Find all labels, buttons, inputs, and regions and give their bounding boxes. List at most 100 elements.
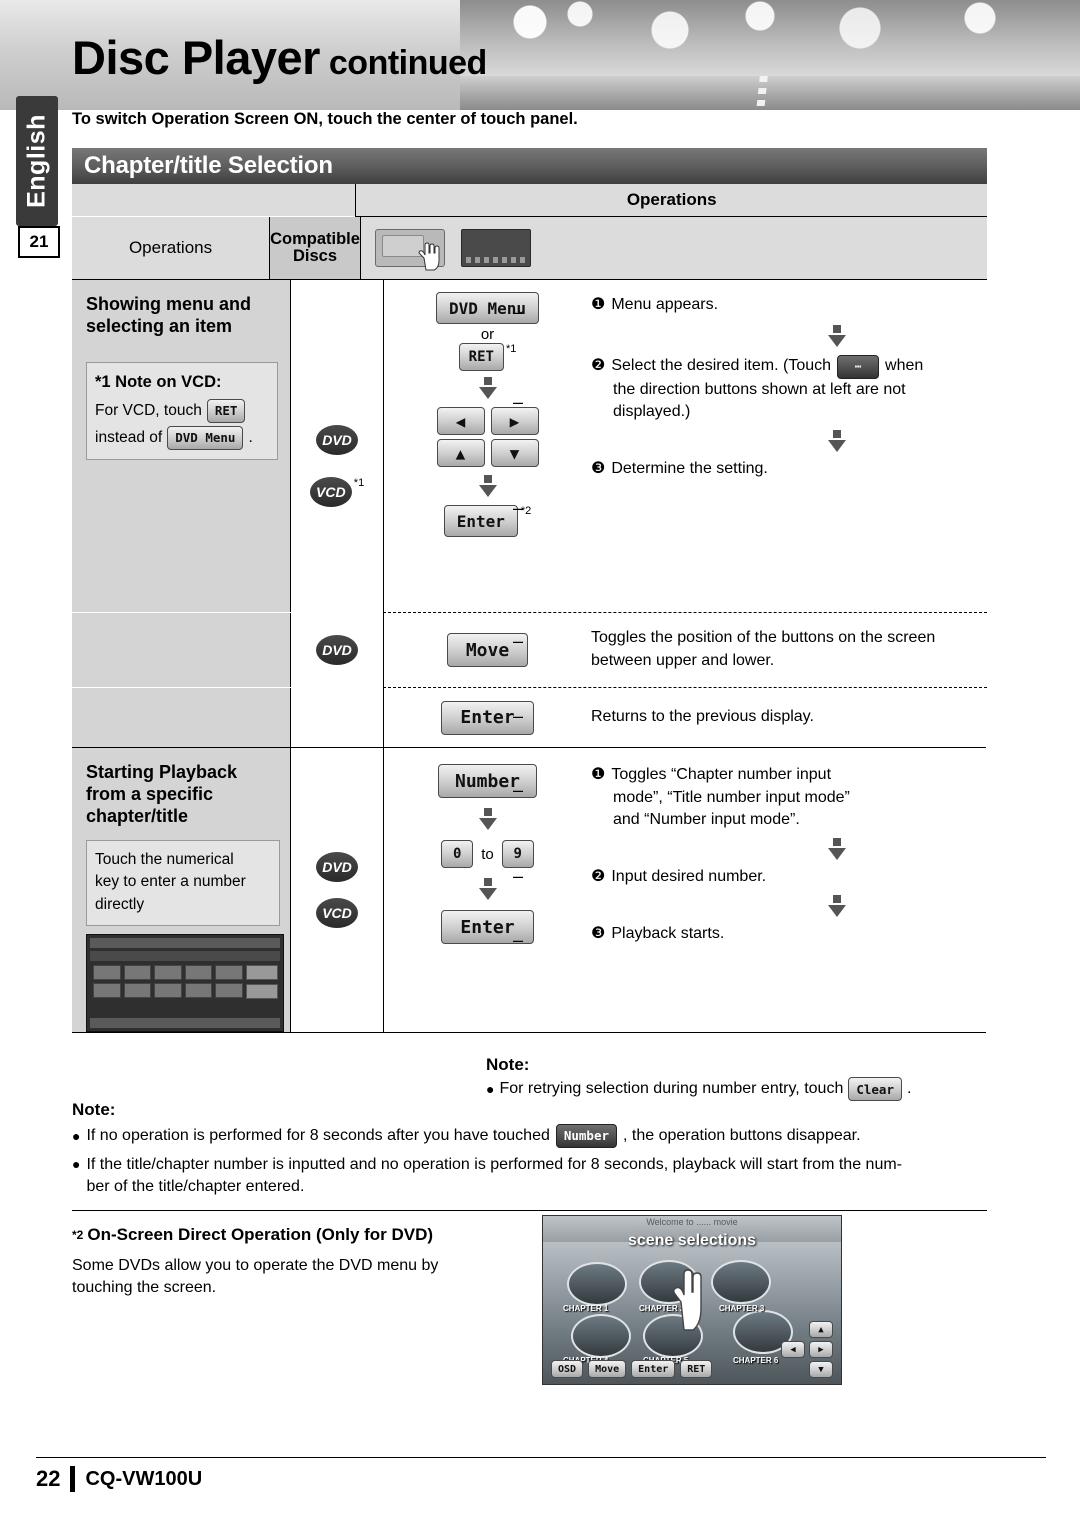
arrow-down-icon-8 [687, 894, 986, 917]
table-row: Enter – Returns to the previous display. [72, 688, 987, 748]
inner-note-bullet: ● [486, 1080, 495, 1097]
row2-text-line1: Toggles the position of the buttons on t… [591, 629, 936, 647]
keypad-keys [93, 965, 243, 999]
row1-discs-cell: DVD VCD *1 [290, 280, 383, 612]
row1-step-3: ❸ Determine the setting. [591, 458, 986, 481]
row3-left-cell [72, 688, 290, 748]
photo-dir-right: ▶ [809, 1341, 833, 1358]
page-footer: 22 CQ-VW100U [36, 1457, 1046, 1492]
row1-description-cell: – ❶ Menu appears. – ❷ Select the desired… [513, 280, 986, 612]
row3-discs-cell [290, 688, 383, 748]
header-compatible-line2: Discs [293, 247, 338, 265]
footer-model: CQ-VW100U [85, 1467, 203, 1490]
key-0-button: 0 [441, 840, 474, 868]
notes-label: Note: [72, 1100, 116, 1119]
osd-button: OSD [551, 1360, 584, 1378]
page-ref-bar [18, 214, 56, 224]
row1-vcd-note: *1 Note on VCD: For VCD, touch RET inste… [86, 361, 278, 460]
numeric-keypad-photo [86, 934, 284, 1033]
arrow-down-icon-3 [687, 324, 986, 347]
row1-step-1-text: Menu appears. [611, 296, 719, 313]
row4-step-1-line2: mode”, “Title number input mode” [613, 788, 850, 806]
ret-chip: RET [206, 398, 246, 423]
key-9-button: 9 [501, 840, 534, 868]
arrow-down-icon-7 [687, 838, 986, 861]
row2-description-cell: – Toggles the position of the buttons on… [513, 613, 986, 687]
photo-thumb-3 [711, 1260, 771, 1304]
inner-note-tail: . [906, 1080, 912, 1097]
note-1-bullet: ● [72, 1127, 81, 1144]
arrow-down-icon-4 [687, 430, 986, 453]
row3-dash: – [513, 706, 524, 726]
page-title-continued: continued [319, 44, 487, 82]
section-title: Chapter/title Selection [84, 152, 333, 179]
move-button-2: Move [588, 1360, 627, 1378]
row1-vcd-note-title: *1 Note on VCD: [95, 372, 222, 391]
arrow-down-icon-2 [478, 475, 497, 497]
row3-text-line1: Returns to the previous display. [591, 708, 814, 726]
row4-step-3: ❸ Playback starts. [591, 923, 986, 946]
enter-button-4: Enter [631, 1360, 676, 1378]
row1-vcd-note-text2: instead of [95, 428, 163, 446]
row2-discs-cell: DVD [290, 613, 383, 687]
disc-badge-dvd-3: DVD [316, 852, 358, 882]
table-row: Showing menu and selecting an item *1 No… [72, 280, 987, 612]
row4-dash-3: – [513, 930, 524, 950]
enter-button: Enter [443, 505, 518, 537]
row1-dash-2: – [513, 392, 524, 412]
dir-down-button: ▼ [490, 439, 539, 467]
row2-left-cell [72, 613, 290, 687]
arrow-down-icon-5 [478, 808, 497, 830]
row1-step-3-text: Determine the setting. [611, 460, 768, 478]
row2-dash: – [513, 631, 524, 651]
row1-buttons-cell: DVD Menu or RET *1 ◀ ▶ ▲ ▼ Enter *2 [383, 280, 591, 612]
row4-note-line3: directly [95, 895, 145, 913]
row4-note-box: Touch the numerical key to enter a numbe… [86, 839, 280, 927]
row2-buttons-cell: Move [383, 613, 591, 687]
header-photo-road [460, 76, 1080, 110]
photo-controls: OSD Move Enter RET [551, 1360, 713, 1378]
row4-step-2: ❷ Input desired number. [591, 866, 986, 889]
section-header: Chapter/title Selection [72, 148, 987, 184]
header-operations-right: Operations [355, 184, 987, 217]
language-tab-label: English [22, 114, 51, 208]
page-title-main: Disc Player [72, 31, 320, 84]
photo-dir-down: ▼ [809, 1361, 833, 1378]
or-label: or [480, 326, 495, 343]
row1-step-2-num: ❷ [591, 357, 606, 375]
note-1-text-a: If no operation is performed for 8 secon… [86, 1126, 550, 1144]
key-range-label: to [481, 845, 494, 863]
row1-step-3-num: ❸ [591, 460, 606, 478]
dir-up-button: ▲ [436, 439, 485, 467]
footnote-line2: touching the screen. [72, 1279, 217, 1297]
footnote-marker: *2 [72, 1228, 84, 1242]
direction-pad: ◀ ▶ ▲ ▼ [436, 407, 539, 467]
disc-badge-dvd: DVD [316, 425, 358, 455]
disc-badge-vcd: VCD [309, 477, 352, 507]
note-2-text-b: ber of the title/chapter entered. [86, 1178, 305, 1196]
table-header-top: Operations [72, 184, 987, 217]
row4-step-3-line1: Playback starts. [611, 924, 725, 942]
row4-note-line2: key to enter a number [95, 873, 246, 891]
footer-page-number: 22 [36, 1466, 61, 1491]
disc-vcd-footnote: *1 [353, 477, 365, 489]
header-compatible-line1: Compatible [270, 229, 360, 248]
row4-step-1: ❶ Toggles “Chapter number input mode”, “… [591, 764, 986, 832]
screen-icon [460, 229, 531, 267]
header-compatible-discs: Compatible Discs [269, 217, 360, 279]
row4-title: Starting Playback from a specific chapte… [86, 762, 280, 828]
row1-title-line1: Showing menu and [86, 294, 251, 314]
photo-dir-up: ▲ [809, 1321, 833, 1338]
inner-note: Note: ● For retrying selection during nu… [486, 1055, 986, 1101]
disc-badge-dvd-2: DVD [316, 635, 358, 665]
row4-title-line2: from a specific [86, 783, 214, 804]
row3-description-cell: – Returns to the previous display. [513, 688, 986, 748]
row1-title: Showing menu and selecting an item [86, 294, 278, 338]
note-1-text-b: , the operation buttons disappear. [623, 1126, 861, 1144]
dvd-menu-chip: DVD Menu [167, 425, 244, 450]
header-spacer-left [72, 184, 271, 216]
photo-label-1: CHAPTER 1 [563, 1304, 609, 1313]
ret-button-2: RET [680, 1360, 713, 1378]
row4-discs-cell: DVD VCD [290, 748, 383, 1033]
dvd-menu-photo: Welcome to ...... movie scene selections… [542, 1215, 842, 1385]
